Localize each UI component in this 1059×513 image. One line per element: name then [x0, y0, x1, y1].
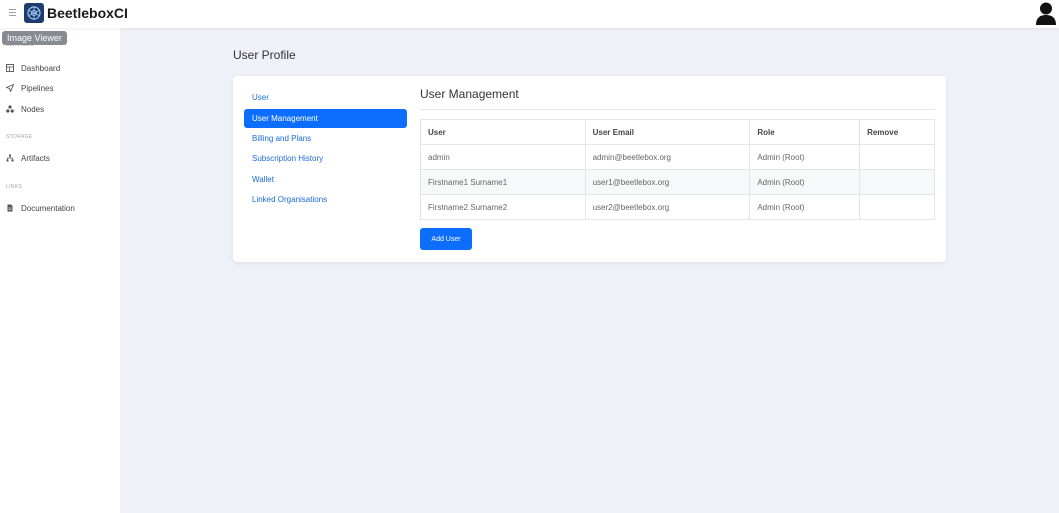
pipelines-icon	[6, 84, 14, 92]
subnav-item-user[interactable]: User	[244, 88, 407, 107]
cell-role: Admin (Root)	[749, 144, 861, 170]
page-title: User Profile	[233, 48, 296, 62]
subnav-item-user-management[interactable]: User Management	[244, 109, 407, 128]
table-header-row: User User Email Role Remove	[420, 119, 935, 145]
cell-user-email: user2@beetlebox.org	[584, 194, 751, 220]
sidebar-section-storage: STORAGE	[6, 134, 33, 140]
sidebar-item-label: Artifacts	[21, 153, 50, 163]
sidebar-item-dashboard[interactable]: Dashboard	[6, 62, 60, 74]
sidebar-item-label: Pipelines	[21, 83, 54, 93]
cell-role: Admin (Root)	[749, 169, 861, 195]
document-icon	[7, 204, 13, 212]
sidebar: SERVICES Dashboard Pipelines Nodes STORA…	[0, 28, 120, 513]
dashboard-icon	[6, 64, 14, 72]
sidebar-item-label: Documentation	[21, 203, 75, 213]
sidebar-item-nodes[interactable]: Nodes	[6, 103, 44, 115]
column-header-role: Role	[749, 119, 861, 145]
table-row: Firstname2 Surname2 user2@beetlebox.org …	[420, 194, 935, 220]
column-header-user-email: User Email	[584, 119, 751, 145]
sidebar-section-links: LINKS	[6, 184, 22, 190]
subnav-item-wallet[interactable]: Wallet	[244, 170, 407, 189]
table-row: admin admin@beetlebox.org Admin (Root)	[420, 144, 935, 170]
brand-name[interactable]: BeetleboxCI	[47, 4, 128, 22]
cell-user-email: user1@beetlebox.org	[584, 169, 751, 195]
image-viewer-tooltip: Image Viewer	[2, 31, 67, 45]
artifacts-icon	[6, 154, 14, 162]
sidebar-item-artifacts[interactable]: Artifacts	[6, 152, 50, 164]
sidebar-item-pipelines[interactable]: Pipelines	[6, 82, 53, 94]
cell-role: Admin (Root)	[749, 194, 861, 220]
cell-remove[interactable]	[859, 144, 935, 170]
cell-user: Firstname1 Surname1	[420, 169, 586, 195]
column-header-user: User	[420, 119, 586, 145]
cell-user: admin	[420, 144, 586, 170]
cell-user: Firstname2 Surname2	[420, 194, 586, 220]
user-avatar-icon[interactable]	[1035, 1, 1057, 25]
panel-divider	[420, 109, 935, 110]
nodes-icon	[6, 105, 14, 113]
top-bar: BeetleboxCI	[0, 0, 1059, 28]
cell-remove[interactable]	[859, 194, 935, 220]
cell-remove[interactable]	[859, 169, 935, 195]
sidebar-item-documentation[interactable]: Documentation	[6, 202, 75, 214]
subnav-item-subscription-history[interactable]: Subscription History	[244, 149, 407, 168]
beetlebox-logo-icon[interactable]	[24, 3, 44, 23]
users-table: User User Email Role Remove admin admin@…	[420, 119, 935, 220]
hamburger-menu-icon[interactable]	[9, 9, 17, 17]
panel-title: User Management	[420, 87, 519, 101]
profile-card: User User Management Billing and Plans S…	[233, 76, 946, 262]
subnav-item-billing-and-plans[interactable]: Billing and Plans	[244, 129, 407, 148]
sidebar-item-label: Nodes	[21, 104, 45, 114]
table-row: Firstname1 Surname1 user1@beetlebox.org …	[420, 169, 935, 195]
sidebar-item-label: Dashboard	[21, 63, 61, 73]
column-header-remove: Remove	[859, 119, 935, 145]
add-user-button[interactable]: Add User	[420, 228, 472, 250]
subnav-item-linked-organisations[interactable]: Linked Organisations	[244, 190, 407, 209]
cell-user-email: admin@beetlebox.org	[584, 144, 751, 170]
